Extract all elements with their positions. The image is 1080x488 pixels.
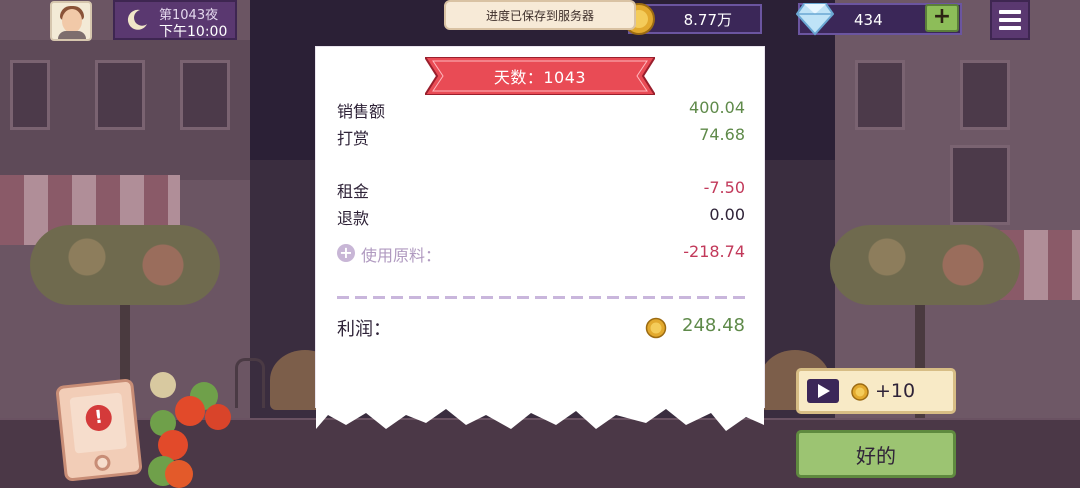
day-count-title: 天数：1043 (493, 68, 587, 87)
ad-reward-amount: +10 (875, 380, 916, 402)
sales-label: 销售额 (337, 102, 386, 121)
summary-row-refund: 退款 0.00 (337, 205, 745, 229)
card-button-icon (93, 454, 112, 472)
expand-ingredients-icon[interactable]: + (337, 244, 355, 262)
food-item (175, 396, 205, 426)
summary-row-sales: 销售额 400.04 (337, 98, 745, 122)
menu-bar (999, 18, 1021, 22)
rent-label: 租金 (337, 182, 370, 201)
save-toast: 进度已保存到服务器 (444, 0, 636, 30)
receipt-torn-edge (316, 395, 764, 431)
summary-row-tips: 打赏 74.68 (337, 125, 745, 149)
rent-value: -7.50 (703, 178, 745, 197)
window (950, 145, 1010, 225)
food-item (165, 460, 193, 488)
receipt-divider (337, 296, 745, 299)
menu-button[interactable] (990, 0, 1030, 40)
food-item (205, 404, 231, 430)
tree (30, 225, 220, 305)
ok-button[interactable]: 好的 (796, 430, 956, 478)
moon-icon (127, 9, 147, 30)
profit-label: 利润： (337, 319, 391, 340)
time-label: 下午10:00 (159, 24, 228, 40)
ingredients-label: 使用原料： (361, 246, 442, 265)
summary-row-ingredients[interactable]: + 使用原料： -218.74 (337, 242, 745, 266)
tree (830, 225, 1020, 305)
window (95, 60, 145, 130)
window (180, 60, 230, 130)
tips-value: 74.68 (699, 125, 745, 144)
summary-row-rent: 租金 -7.50 (337, 178, 745, 202)
menu-bar (999, 26, 1021, 30)
notification-card[interactable]: ! (55, 378, 143, 482)
coin-icon (851, 383, 869, 401)
window (10, 60, 50, 130)
menu-bar (999, 10, 1021, 14)
avatar-body (58, 31, 86, 39)
window (960, 60, 1010, 130)
cafe-chair (235, 358, 265, 408)
sales-value: 400.04 (689, 98, 745, 117)
tips-label: 打赏 (337, 129, 370, 148)
avatar-face (62, 9, 82, 33)
player-avatar[interactable] (50, 1, 92, 41)
profit-value: 248.48 (682, 315, 745, 336)
gem-balance-value: 434 (854, 11, 883, 29)
watch-ad-reward-button[interactable]: +10 (796, 368, 956, 414)
ingredients-value: -218.74 (683, 242, 745, 261)
coin-balance-value: 8.77万 (683, 10, 732, 29)
diamond-icon (796, 3, 834, 36)
day-time-panel: 第1043夜 下午10:00 (113, 0, 237, 40)
refund-value: 0.00 (709, 205, 745, 224)
buy-gems-button[interactable]: + (925, 4, 959, 32)
refund-label: 退款 (337, 209, 370, 228)
video-play-icon (807, 379, 839, 403)
save-toast-text: 进度已保存到服务器 (485, 8, 594, 23)
coin-icon (645, 317, 667, 339)
window (855, 60, 905, 130)
food-item (150, 372, 176, 398)
